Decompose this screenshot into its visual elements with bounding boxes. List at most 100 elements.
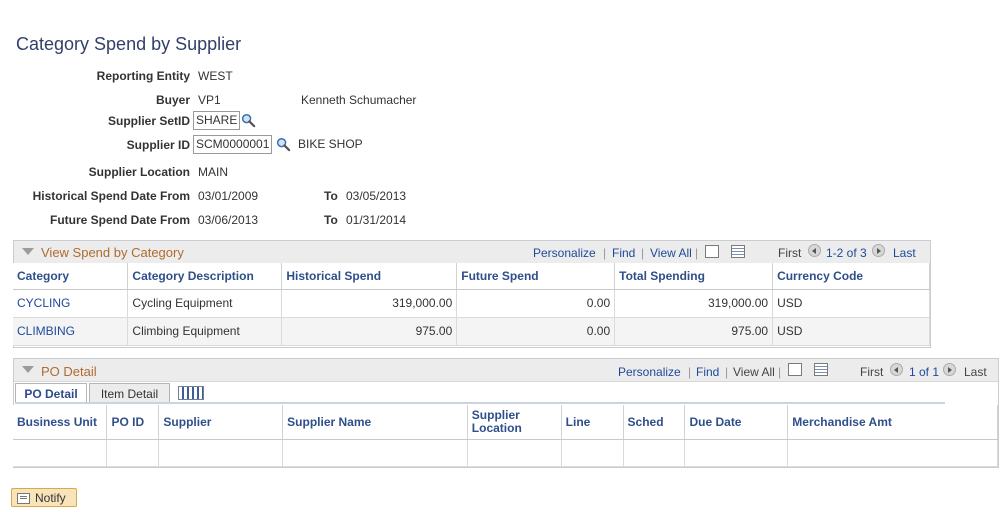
first-label: First [778, 246, 802, 260]
po-table: Business Unit PO ID Supplier Supplier Na… [13, 405, 998, 467]
supplier-setid-input[interactable]: SHARE [193, 111, 241, 130]
table-cell [106, 439, 160, 467]
po-grid-header: PO Detail Personalize | Find | View All … [14, 359, 998, 382]
next-icon[interactable] [943, 363, 956, 376]
supplier-setid-label: Supplier SetID [107, 114, 190, 128]
column-header: Supplier [158, 405, 284, 440]
table-cell [282, 439, 468, 467]
previous-icon[interactable] [808, 244, 821, 257]
notify-label: Notify [35, 491, 66, 505]
last-link[interactable]: Last [893, 246, 916, 260]
download-icon[interactable] [731, 245, 745, 258]
column-header: Currency Code [772, 263, 930, 290]
supplier-location-value: MAIN [198, 165, 228, 179]
table-cell [787, 439, 998, 467]
table-cell: Climbing Equipment [127, 317, 283, 346]
future-from-value: 03/06/2013 [198, 213, 259, 227]
separator: | [688, 365, 692, 379]
table-cell: Cycling Equipment [127, 289, 283, 318]
collapse-icon[interactable] [22, 366, 34, 373]
table-cell: USD [772, 289, 930, 318]
supplier-name: BIKE SHOP [298, 137, 363, 151]
column-header: Category [13, 263, 129, 290]
lookup-icon[interactable] [276, 137, 291, 152]
next-icon[interactable] [872, 244, 885, 257]
row-range: 1 of 1 [909, 365, 940, 379]
table-row [13, 439, 998, 467]
collapse-icon[interactable] [22, 248, 34, 255]
column-header: Merchandise Amt [787, 405, 998, 440]
table-cell [623, 439, 686, 467]
column-header: Historical Spend [281, 263, 458, 290]
tab-underline [15, 402, 945, 404]
find-link[interactable]: Find [612, 246, 635, 260]
view-all-link[interactable]: View All [733, 365, 775, 379]
first-label: First [860, 365, 884, 379]
previous-icon[interactable] [890, 363, 903, 376]
column-header: PO ID [106, 405, 160, 440]
tab-item-detail[interactable]: Item Detail [89, 383, 170, 403]
column-header: Line [561, 405, 624, 440]
spend-table: Category Category Description Historical… [13, 263, 930, 346]
page-title: Category Spend by Supplier [16, 34, 242, 54]
table-cell: 0.00 [456, 289, 616, 318]
spend-grid-title: View Spend by Category [41, 245, 184, 260]
find-link[interactable]: Find [696, 365, 719, 379]
table-cell: USD [772, 317, 930, 346]
column-header: Total Spending [614, 263, 774, 290]
last-link[interactable]: Last [964, 365, 987, 379]
supplier-id-input[interactable]: SCM0000001 [193, 135, 273, 154]
separator: | [695, 246, 699, 260]
show-all-columns-icon[interactable] [178, 386, 204, 400]
tab-po-detail[interactable]: PO Detail [15, 383, 87, 403]
future-to-value: 01/31/2014 [346, 213, 407, 227]
view-all-link[interactable]: View All [650, 246, 692, 260]
column-header: Due Date [684, 405, 789, 440]
table-cell [467, 439, 562, 467]
historical-from-value: 03/01/2009 [198, 189, 259, 203]
table-row: CYCLING Cycling Equipment 319,000.00 0.0… [13, 289, 930, 318]
reporting-entity-label: Reporting Entity [96, 69, 190, 83]
column-header: Category Description [127, 263, 283, 290]
table-cell: 975.00 [614, 317, 774, 346]
supplier-id-label: Supplier ID [126, 138, 190, 152]
column-header: Business Unit [13, 405, 108, 440]
column-header: Supplier Name [282, 405, 468, 440]
table-cell [158, 439, 284, 467]
buyer-name: Kenneth Schumacher [301, 93, 417, 107]
historical-from-label: Historical Spend Date From [32, 189, 190, 203]
category-link[interactable]: CLIMBING [17, 324, 75, 338]
historical-to-value: 03/05/2013 [346, 189, 407, 203]
supplier-location-label: Supplier Location [88, 165, 190, 179]
po-grid-title: PO Detail [41, 364, 97, 379]
table-header-row: Business Unit PO ID Supplier Supplier Na… [13, 405, 998, 440]
row-range: 1-2 of 3 [826, 246, 867, 260]
spend-grid-header: View Spend by Category Personalize | Fin… [14, 241, 930, 264]
table-cell [561, 439, 624, 467]
lookup-icon[interactable] [241, 113, 256, 128]
separator: | [725, 365, 729, 379]
notify-button[interactable]: Notify [11, 488, 77, 507]
column-header: Sched [623, 405, 686, 440]
table-row: CLIMBING Climbing Equipment 975.00 0.00 … [13, 317, 930, 346]
historical-to-label: To [324, 189, 338, 203]
column-header: Future Spend [456, 263, 616, 290]
separator: | [778, 365, 782, 379]
future-to-label: To [324, 213, 338, 227]
future-from-label: Future Spend Date From [49, 213, 190, 227]
personalize-link[interactable]: Personalize [533, 246, 596, 260]
table-cell [684, 439, 789, 467]
buyer-label: Buyer [155, 93, 190, 107]
personalize-link[interactable]: Personalize [618, 365, 681, 379]
table-cell: 975.00 [281, 317, 458, 346]
zoom-icon[interactable] [788, 363, 802, 376]
column-header: Supplier Location [467, 405, 562, 440]
separator: | [641, 246, 645, 260]
download-icon[interactable] [814, 363, 828, 376]
category-link[interactable]: CYCLING [17, 296, 70, 310]
zoom-icon[interactable] [705, 245, 719, 258]
table-cell [13, 439, 108, 467]
buyer-value: VP1 [198, 93, 221, 107]
table-cell: 319,000.00 [614, 289, 774, 318]
separator: | [603, 246, 607, 260]
